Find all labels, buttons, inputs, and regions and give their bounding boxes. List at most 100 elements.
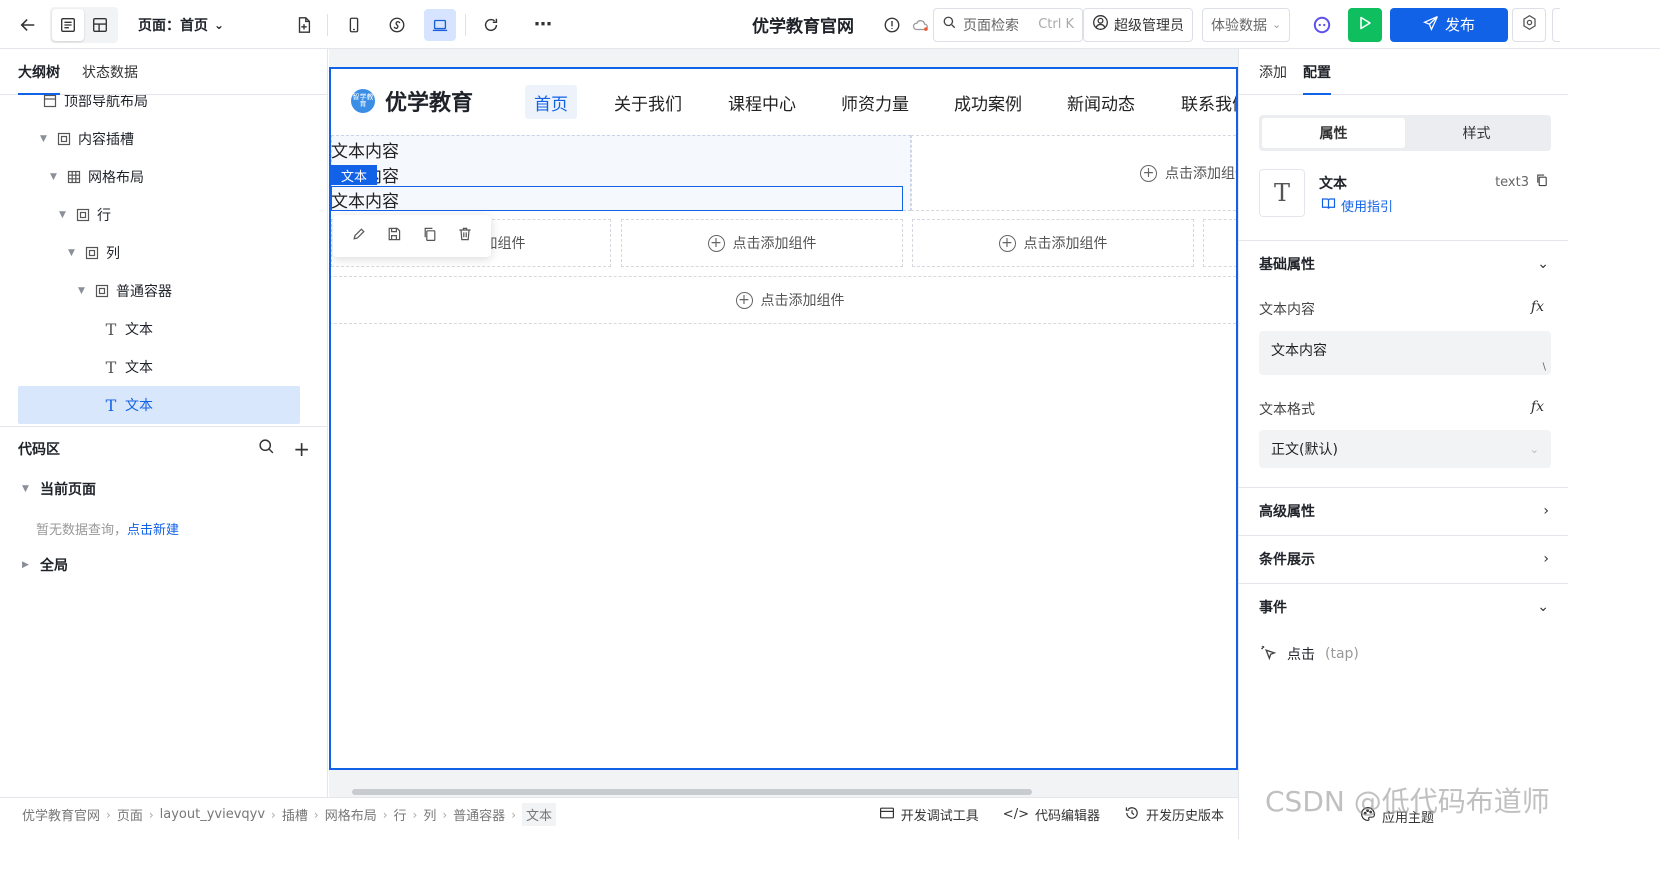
tab-add[interactable]: 添加 bbox=[1259, 49, 1287, 95]
breadcrumb-item[interactable]: 列 bbox=[423, 805, 436, 824]
resize-handle-icon[interactable]: ∖ bbox=[1541, 362, 1547, 373]
layout-icon bbox=[42, 95, 58, 109]
copy-icon[interactable] bbox=[422, 226, 438, 246]
new-page-icon[interactable] bbox=[288, 9, 320, 41]
text-component[interactable]: 文本内容 bbox=[331, 137, 399, 162]
edit-icon[interactable] bbox=[351, 226, 367, 246]
delete-icon[interactable] bbox=[457, 226, 473, 246]
grid-cell-add[interactable]: + 点击添加组件 bbox=[911, 135, 1236, 211]
text-icon: T bbox=[105, 357, 117, 377]
text-format-select[interactable]: 正文(默认) ⌄ bbox=[1259, 430, 1551, 468]
breadcrumb-item[interactable]: 插槽 bbox=[282, 805, 308, 824]
tree-node-text-3[interactable]: T 文本 bbox=[18, 386, 300, 424]
tab-config[interactable]: 配置 bbox=[1303, 49, 1331, 95]
ai-assistant-icon[interactable] bbox=[1306, 9, 1338, 41]
breadcrumb-item[interactable]: 普通容器 bbox=[453, 805, 505, 824]
grid-cell-add[interactable]: + 点击添加组件 bbox=[621, 219, 903, 267]
grid-cell[interactable] bbox=[1203, 219, 1236, 267]
more-icon[interactable]: ⋯ bbox=[527, 9, 559, 41]
section-header[interactable]: 基础属性 ⌄ bbox=[1239, 241, 1568, 287]
section-header[interactable]: 条件展示 › bbox=[1239, 536, 1568, 582]
segment-styles[interactable]: 样式 bbox=[1405, 118, 1548, 148]
tree-node-column[interactable]: ▼ 列 bbox=[18, 234, 300, 272]
plus-icon[interactable]: + bbox=[293, 439, 310, 459]
nav-item-about[interactable]: 关于我们 bbox=[605, 85, 691, 119]
run-button[interactable] bbox=[1348, 7, 1382, 42]
breadcrumb-item[interactable]: 行 bbox=[394, 805, 407, 824]
history-button[interactable]: 开发历史版本 bbox=[1124, 805, 1224, 825]
page-search-input[interactable]: 页面检索 Ctrl K bbox=[933, 7, 1083, 42]
section-header[interactable]: 事件 ⌄ bbox=[1239, 584, 1568, 630]
tab-outline-tree[interactable]: 大纲树 bbox=[18, 49, 60, 95]
breadcrumb-item[interactable]: 页面 bbox=[117, 805, 143, 824]
usage-guide-link[interactable]: 使用指引 bbox=[1321, 196, 1393, 215]
breadcrumb-item[interactable]: layout_yvievqyv bbox=[160, 807, 265, 822]
caret-down-icon[interactable]: ▼ bbox=[78, 286, 88, 296]
container-icon bbox=[94, 283, 110, 299]
back-arrow-icon[interactable] bbox=[12, 9, 44, 41]
save-icon[interactable] bbox=[386, 226, 402, 246]
breadcrumb-item[interactable]: 网格布局 bbox=[325, 805, 377, 824]
add-component-label: 点击添加组件 bbox=[732, 236, 817, 252]
event-tap[interactable]: 点击 (tap) bbox=[1259, 643, 1359, 665]
footer-tools: 开发调试工具 </> 代码编辑器 开发历史版本 bbox=[879, 805, 1238, 825]
tree-node-text-1[interactable]: T 文本 bbox=[18, 310, 300, 348]
gear-icon bbox=[1521, 14, 1538, 35]
fx-icon[interactable]: fx bbox=[1531, 399, 1544, 415]
mobile-device-icon[interactable] bbox=[338, 9, 370, 41]
caret-down-icon[interactable]: ▼ bbox=[40, 134, 50, 144]
nav-item-courses[interactable]: 课程中心 bbox=[719, 85, 805, 119]
tree-node-container[interactable]: ▼ 普通容器 bbox=[18, 272, 300, 310]
data-mode-select[interactable]: 体验数据 ⌄ bbox=[1202, 7, 1291, 42]
nav-item-teachers[interactable]: 师资力量 bbox=[832, 85, 918, 119]
grid-cell-add[interactable]: + 点击添加组件 bbox=[331, 276, 1236, 324]
nav-item-home[interactable]: 首页 bbox=[525, 85, 577, 119]
cloud-sync-icon[interactable] bbox=[908, 9, 934, 41]
page-view-icon[interactable] bbox=[52, 8, 84, 41]
caret-down-icon[interactable]: ▼ bbox=[68, 248, 78, 258]
text-content-input[interactable]: 文本内容 ∖ bbox=[1259, 331, 1551, 375]
chevron-down-icon: ⌄ bbox=[1529, 442, 1539, 456]
debug-tools-button[interactable]: 开发调试工具 bbox=[879, 805, 979, 825]
tree-node-row[interactable]: ▼ 行 bbox=[18, 196, 300, 234]
chevron-down-icon: ⌄ bbox=[214, 17, 225, 32]
caret-down-icon[interactable]: ▼ bbox=[59, 210, 69, 220]
section-header[interactable]: 高级属性 › bbox=[1239, 488, 1568, 534]
horizontal-scrollbar[interactable] bbox=[352, 789, 1032, 795]
search-icon[interactable] bbox=[258, 438, 275, 459]
publish-button[interactable]: 发布 bbox=[1390, 7, 1508, 42]
code-current-page[interactable]: ▼ 当前页面 bbox=[22, 479, 96, 499]
tab-state-data[interactable]: 状态数据 bbox=[82, 49, 138, 95]
text-icon: T bbox=[105, 395, 117, 415]
refresh-icon[interactable] bbox=[475, 9, 507, 41]
layout-view-icon[interactable] bbox=[84, 9, 116, 41]
caret-down-icon: ▼ bbox=[22, 484, 29, 494]
settings-button[interactable] bbox=[1512, 7, 1546, 42]
expand-panel-button[interactable] bbox=[1552, 7, 1560, 42]
segment-properties[interactable]: 属性 bbox=[1262, 118, 1405, 148]
nav-item-news[interactable]: 新闻动态 bbox=[1058, 85, 1144, 119]
code-editor-button[interactable]: </> 代码编辑器 bbox=[1003, 805, 1100, 824]
debug-tools-label: 开发调试工具 bbox=[900, 809, 979, 824]
tree-node-text-2[interactable]: T 文本 bbox=[18, 348, 300, 386]
tree-node-grid-layout[interactable]: ▼ 网格布局 bbox=[18, 158, 300, 196]
breadcrumb-item[interactable]: 优学教育官网 bbox=[22, 805, 100, 824]
breadcrumb-item-current[interactable]: 文本 bbox=[522, 803, 557, 826]
tree-node-content-slot[interactable]: ▼ 内容插槽 bbox=[18, 120, 300, 158]
nav-item-cases[interactable]: 成功案例 bbox=[945, 85, 1031, 119]
copy-icon[interactable] bbox=[1535, 173, 1549, 191]
tree-node-nav-layout[interactable]: 顶部导航布局 bbox=[18, 95, 300, 120]
page-selector[interactable]: 页面：首页 ⌄ bbox=[138, 15, 224, 35]
info-icon[interactable] bbox=[876, 9, 908, 41]
mini-program-icon[interactable] bbox=[381, 9, 413, 41]
left-panel: 大纲树 状态数据 顶部导航布局 ▼ 内容插槽 ▼ 网格布局 ▼ 行 ▼ 列 ▼ … bbox=[0, 49, 328, 797]
fx-icon[interactable]: fx bbox=[1531, 299, 1544, 315]
grid-cell-add[interactable]: + 点击添加组件 bbox=[912, 219, 1194, 267]
admin-role-button[interactable]: 超级管理员 bbox=[1083, 7, 1193, 42]
create-query-link[interactable]: 点击新建 bbox=[127, 523, 179, 538]
code-global[interactable]: ▶ 全局 bbox=[22, 555, 68, 575]
chevron-right-icon: › bbox=[271, 807, 276, 822]
desktop-device-icon[interactable] bbox=[424, 8, 456, 41]
nav-item-contact[interactable]: 联系我们 bbox=[1172, 85, 1236, 119]
caret-down-icon[interactable]: ▼ bbox=[50, 172, 60, 182]
